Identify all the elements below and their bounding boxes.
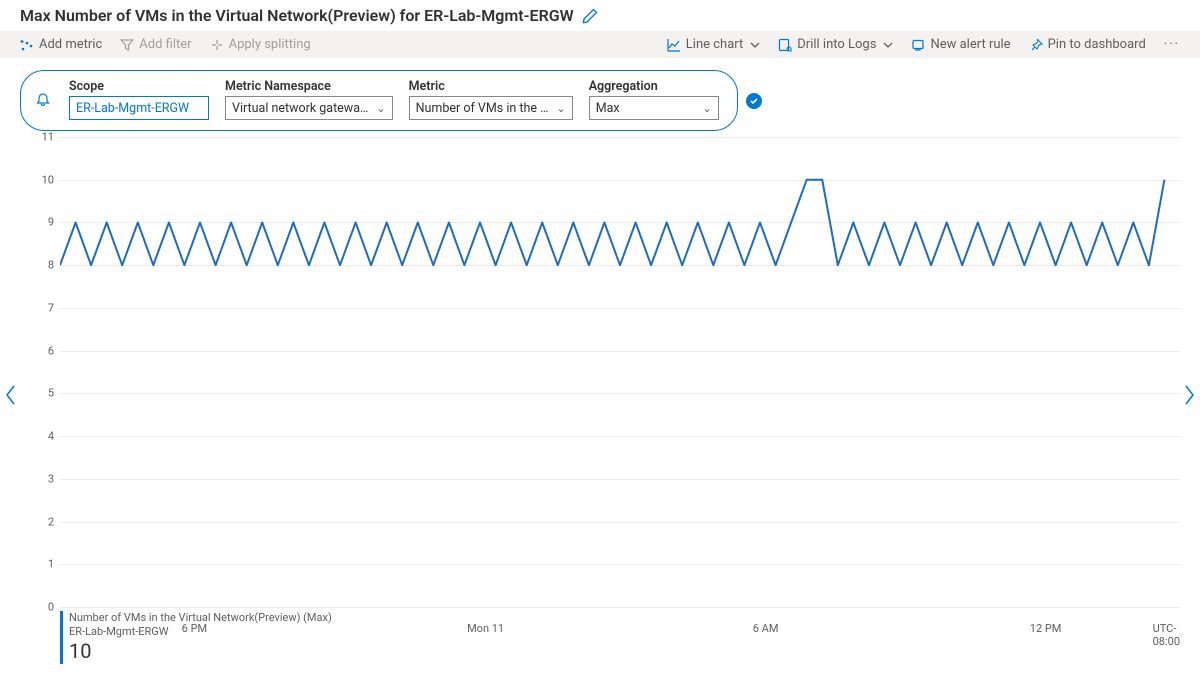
pin-dashboard-label: Pin to dashboard	[1048, 37, 1146, 52]
line-chart-icon	[667, 38, 681, 52]
y-tick: 6	[30, 344, 54, 357]
aggregation-select[interactable]: Max ⌄	[589, 96, 719, 120]
y-tick: 3	[30, 472, 54, 485]
legend-series-label: Number of VMs in the Virtual Network(Pre…	[69, 611, 1180, 625]
prev-chart-button[interactable]	[0, 380, 22, 410]
namespace-select[interactable]: Virtual network gatewa… ⌄	[225, 96, 393, 120]
chart-plot[interactable]: 01234567891011	[60, 137, 1180, 607]
aggregation-label: Aggregation	[589, 79, 719, 94]
timezone-label: UTC-08:00	[1153, 622, 1180, 648]
aggregation-value: Max	[596, 101, 620, 116]
y-tick: 7	[30, 301, 54, 314]
x-tick: Mon 11	[467, 622, 504, 635]
metric-config-pill: Scope ER-Lab-Mgmt-ERGW Metric Namespace …	[20, 70, 738, 131]
legend-resource: ER-Lab-Mgmt-ERGW	[69, 625, 1180, 639]
metric-select[interactable]: Number of VMs in the … ⌄	[409, 96, 573, 120]
drill-logs-label: Drill into Logs	[797, 37, 876, 52]
edit-title-icon[interactable]	[582, 8, 598, 24]
logs-icon	[778, 38, 792, 52]
x-tick: 12 PM	[1030, 622, 1062, 635]
pin-dashboard-button[interactable]: Pin to dashboard	[1029, 37, 1146, 52]
y-tick: 5	[30, 387, 54, 400]
namespace-label: Metric Namespace	[225, 79, 393, 94]
alert-icon	[911, 38, 925, 52]
add-metric-button[interactable]: Add metric	[20, 37, 102, 52]
config-valid-icon	[746, 93, 762, 109]
grid-line	[60, 607, 1180, 608]
add-metric-icon	[20, 38, 34, 52]
apply-splitting-label: Apply splitting	[229, 37, 311, 52]
y-tick: 10	[30, 173, 54, 186]
apply-splitting-button[interactable]: Apply splitting	[210, 37, 311, 52]
y-tick: 11	[30, 131, 54, 144]
page-title: Max Number of VMs in the Virtual Network…	[20, 6, 574, 25]
y-tick: 9	[30, 216, 54, 229]
add-metric-label: Add metric	[39, 37, 102, 52]
y-tick: 1	[30, 558, 54, 571]
x-tick: 6 AM	[753, 622, 779, 635]
scope-value: ER-Lab-Mgmt-ERGW	[76, 101, 189, 116]
scope-select[interactable]: ER-Lab-Mgmt-ERGW	[69, 96, 209, 120]
chevron-down-icon	[883, 40, 893, 50]
chart-area: 01234567891011 6 PM Mon 11 6 AM 12 PM UTC-08…	[20, 137, 1180, 664]
chart-legend: Number of VMs in the Virtual Network(Pre…	[60, 611, 1180, 664]
next-chart-button[interactable]	[1178, 380, 1200, 410]
y-tick: 8	[30, 259, 54, 272]
chevron-down-icon: ⌄	[556, 102, 565, 115]
namespace-value: Virtual network gatewa…	[232, 101, 368, 116]
x-tick: 6 PM	[182, 622, 207, 635]
add-filter-button[interactable]: Add filter	[120, 37, 191, 52]
more-menu-button[interactable]: ···	[1164, 37, 1180, 52]
scope-label: Scope	[69, 79, 209, 94]
new-alert-label: New alert rule	[930, 37, 1010, 52]
y-tick: 4	[30, 430, 54, 443]
drill-logs-button[interactable]: Drill into Logs	[778, 37, 893, 52]
y-tick: 2	[30, 515, 54, 528]
bell-icon	[35, 92, 51, 108]
pin-icon	[1029, 38, 1043, 52]
chart-type-label: Line chart	[686, 37, 743, 52]
chevron-down-icon	[750, 40, 760, 50]
split-icon	[210, 38, 224, 52]
filter-icon	[120, 38, 134, 52]
metric-value: Number of VMs in the …	[416, 101, 549, 116]
metric-label: Metric	[409, 79, 573, 94]
chevron-down-icon: ⌄	[702, 102, 711, 115]
chevron-down-icon: ⌄	[376, 102, 385, 115]
toolbar: Add metric Add filter Apply splitting Li…	[0, 31, 1200, 58]
y-tick: 0	[30, 601, 54, 614]
legend-value: 10	[69, 639, 1180, 664]
chart-type-select[interactable]: Line chart	[667, 37, 760, 52]
new-alert-button[interactable]: New alert rule	[911, 37, 1010, 52]
add-filter-label: Add filter	[139, 37, 191, 52]
chart-series-line	[60, 137, 1180, 607]
